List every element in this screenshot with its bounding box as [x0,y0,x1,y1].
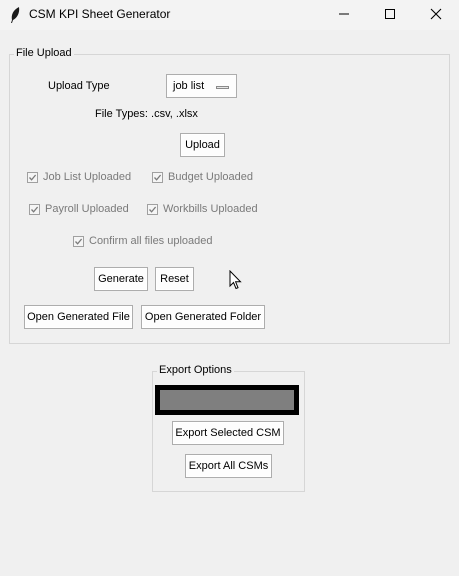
title-bar[interactable]: CSM KPI Sheet Generator [0,0,459,30]
export-all-csms-button[interactable]: Export All CSMs [185,454,272,478]
job-list-uploaded-checkbox[interactable]: Job List Uploaded [27,171,131,183]
upload-button[interactable]: Upload [180,133,225,157]
close-icon [430,8,442,23]
maximize-button[interactable] [367,0,413,30]
minimize-button[interactable] [321,0,367,30]
checkmark-icon [27,171,38,183]
confirm-all-files-label: Confirm all files uploaded [89,235,213,247]
feather-icon [9,6,21,24]
checkmark-icon [29,203,40,215]
open-generated-folder-button[interactable]: Open Generated Folder [141,305,265,329]
budget-uploaded-checkbox[interactable]: Budget Uploaded [152,171,253,183]
checkmark-icon [152,171,163,183]
upload-type-label: Upload Type [48,80,110,92]
workbills-uploaded-checkbox[interactable]: Workbills Uploaded [147,203,258,215]
file-upload-frame-label: File Upload [14,47,74,59]
open-generated-file-button[interactable]: Open Generated File [24,305,133,329]
minimize-icon [338,8,350,23]
window-title: CSM KPI Sheet Generator [29,7,171,21]
budget-uploaded-label: Budget Uploaded [168,171,254,183]
csm-select[interactable] [155,385,299,415]
payroll-uploaded-label: Payroll Uploaded [45,203,129,215]
upload-type-value: job list [173,80,205,92]
close-button[interactable] [413,0,459,30]
workbills-uploaded-label: Workbills Uploaded [163,203,258,215]
checkmark-icon [147,203,158,215]
mouse-cursor-icon [229,269,242,293]
confirm-all-files-checkbox[interactable]: Confirm all files uploaded [73,235,213,247]
file-types-text: File Types: .csv, .xlsx [95,108,198,120]
maximize-icon [384,8,396,23]
generate-button[interactable]: Generate [94,267,148,291]
export-selected-csm-button[interactable]: Export Selected CSM [172,421,284,445]
upload-type-select[interactable]: job list [166,74,237,98]
export-options-frame-label: Export Options [157,364,234,376]
job-list-uploaded-label: Job List Uploaded [43,171,132,183]
checkmark-icon [73,235,84,247]
reset-button[interactable]: Reset [155,267,194,291]
option-menu-indicator-icon [216,86,229,89]
payroll-uploaded-checkbox[interactable]: Payroll Uploaded [29,203,129,215]
